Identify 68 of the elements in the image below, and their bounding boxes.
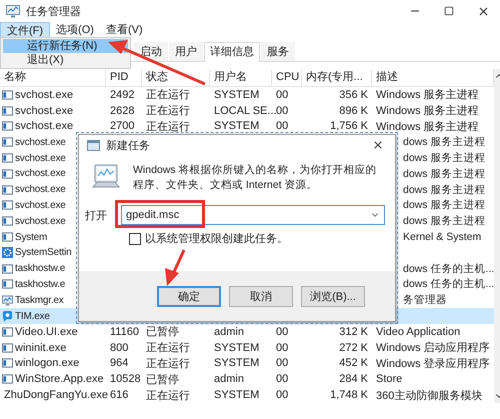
checkbox-label: 以系统管理权限创建此任务。 [145,232,288,246]
table-cell: dows 服务主进程 [403,198,486,212]
table-cell-text: 2628 [109,104,136,117]
table-cell: dows 服务主进程 [403,182,486,197]
table-cell: dows 服务主进程 [403,214,486,228]
table-cell-text: 正在运行 [145,120,191,134]
table-cell-text: Windows 启动应用程序 [375,340,491,356]
table-cell-text: 360主动防御服务模块 [375,388,484,403]
table-cell: dows 任务的主机... [403,262,494,276]
process-name: WinStore.App.exe [0,373,106,386]
table-cell-text: SYSTEM [213,342,260,354]
table-cell-text: 00 [275,357,290,370]
table-cell-text: Windows 服务主进程 [375,120,480,134]
table-cell: dows 服务主进程 [403,151,486,166]
table-cell-text: 00 [275,88,290,101]
table-cell-text: 00 [275,342,290,354]
table-cell-text: 00 [275,326,290,338]
table-cell: dows 任务的主机... [403,277,494,292]
table-cell-text: 11160 [109,326,140,338]
table-cell-text: 正在运行 [145,341,191,356]
table-cell-text: 正在运行 [145,104,191,118]
table-cell-text: 964 [109,357,130,370]
table-cell-text: SYSTEM [213,120,260,132]
table-cell-text: 800 [109,342,130,354]
table-cell-text: admin [213,326,245,338]
table-cell: dows 服务主进程 [403,135,486,150]
dialog-message: Windows 将根据你所键入的名称，为你打开相应的程序、文件夹、文档或 Internet 资源。 [133,163,378,193]
process-name: svchost.exe [0,120,106,132]
table-cell-text: Store [375,373,404,386]
table-cell-text: 00 [275,120,290,132]
table-cell-text: Windows 服务主进程 [375,104,480,118]
table-cell-text: 10528 [109,373,142,386]
table-cell-text: SYSTEM [213,357,260,370]
table-cell-text: 616 [109,389,130,402]
table-cell: 务管理器 [403,293,447,308]
window-title: 任务管理器 [26,4,82,18]
process-name: winlogon.exe [0,357,106,370]
table-cell-text: Windows 登录应用程序 [375,356,491,371]
table-cell-text: 284 K [338,373,369,386]
table-cell: dows 服务主进程 [403,166,486,181]
table-cell-text: 00 [275,389,290,402]
process-name: ZhuDongFangYu.exe [1,389,106,402]
table-cell-text: 896 K [338,104,369,117]
table-cell-text: SYSTEM [213,88,260,101]
table-cell-text: 00 [275,373,290,386]
table-cell-text: 2492 [109,88,136,101]
table-cell-text: SYSTEM [213,389,260,402]
table-cell-text: 452 K [338,357,369,370]
table-cell-text: Video Application [375,326,462,338]
dialog-title: 新建任务 [106,138,151,152]
table-cell-text: admin [213,373,245,386]
table-cell-text: 正在运行 [145,388,191,403]
table-cell-text: 1,748 K [329,389,369,402]
table-cell-text: Windows 服务主进程 [375,88,480,102]
table-cell: Kernel & System [403,231,482,244]
table-cell-text: 正在运行 [145,88,191,102]
table-cell-text: 1,756 K [329,120,369,132]
table-cell-text: 356 K [338,88,369,101]
table-cell-text: 272 K [338,342,369,354]
process-name: wininit.exe [0,342,106,354]
table-cell-text: 已暂停 [145,325,180,340]
table-cell-text: 已暂停 [145,372,180,387]
table-cell-text: 312 K [338,326,369,338]
table-cell-text: 正在运行 [145,356,191,371]
process-name: svchost.exe [0,88,106,101]
process-name: svchost.exe [0,104,106,117]
table-cell-text: 2700 [109,120,136,132]
process-name: Video.UI.exe [0,326,106,338]
